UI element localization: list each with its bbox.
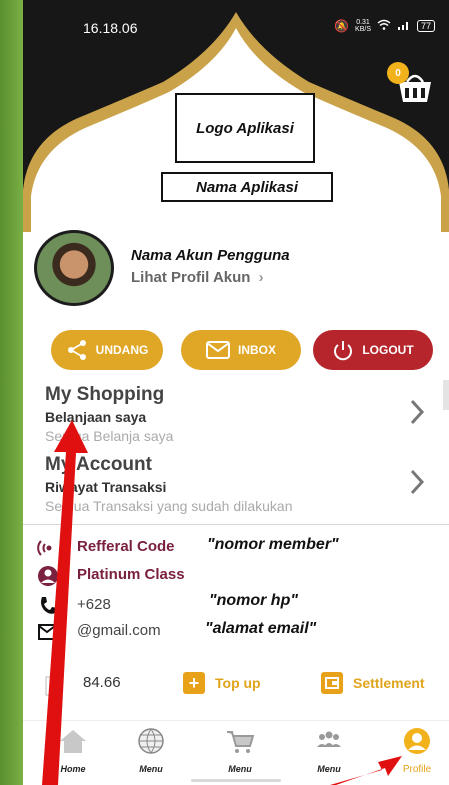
chevron-right-icon [410,469,425,495]
top-up-label: Top up [215,675,261,691]
battery-indicator: 77 [416,20,435,32]
status-time: 16.18.06 [83,20,138,36]
app-name-placeholder: Nama Aplikasi [161,172,333,202]
broadcast-icon [37,540,52,556]
referral-row: Refferal Code "nomor member" [37,536,437,560]
menu-description: Semua Transaksi yang sudah dilakukan [45,498,293,514]
invite-button[interactable]: UNDANG [51,330,163,370]
inbox-label: INBOX [237,343,276,357]
cart-badge: 0 [387,62,409,84]
globe-icon [138,728,164,754]
email-value: "alamat email" [205,620,317,637]
phone-icon [41,597,57,614]
nav-label: Menu [317,764,341,774]
menu-title: My Shopping [45,384,165,405]
account-name: Nama Akun Pengguna [131,247,290,264]
email-row: @gmail.com "alamat email" [37,620,437,644]
share-icon [67,340,86,360]
phone-value: "nomor hp" [209,592,298,609]
home-icon [60,730,86,753]
nav-label: Profile [402,764,432,775]
nav-item-menu-cart[interactable]: Menu [212,727,268,774]
class-row: Platinum Class [37,564,437,588]
signal-icon [397,19,411,33]
nav-label: Home [60,764,86,774]
plus-icon: + [183,672,205,694]
nav-item-menu-group[interactable]: Menu [301,727,357,774]
menu-subtitle: Riwayat Transaksi [45,479,167,495]
mute-icon: 🔕 [334,19,350,33]
app-logo-placeholder: Logo Aplikasi [175,93,315,163]
nav-label: Menu [139,764,163,774]
nav-item-home[interactable]: Home [45,727,101,774]
referral-label: Refferal Code [77,538,175,555]
divider [23,524,449,525]
menu-row-my-account[interactable]: My Account Riwayat Transaksi Semua Trans… [23,454,449,522]
phone-row: +628 "nomor hp" [37,592,437,618]
cart-button[interactable]: 0 [387,62,437,108]
settlement-label: Settlement [353,675,425,691]
menu-row-my-shopping[interactable]: My Shopping Belanjaan saya Semua Belanja… [23,384,449,452]
email-address: @gmail.com [77,622,161,639]
header: 16.18.06 🔕 0.31 KB/S 77 Logo Aplikasi Na… [23,0,449,232]
network-speed-value: 0.31 [356,19,370,26]
shopping-cart-icon [227,731,255,753]
inbox-button[interactable]: INBOX [181,330,301,370]
nav-item-menu-globe[interactable]: Menu [123,727,179,774]
view-profile-label: Lihat Profil Akun [131,269,251,286]
settlement-icon [321,672,343,694]
wifi-icon [377,19,391,33]
top-up-button[interactable]: + Top up [183,672,261,694]
chevron-right-icon [410,399,425,425]
class-label: Platinum Class [77,566,185,583]
mail-icon [205,341,230,359]
scrollbar-thumb[interactable] [443,380,449,410]
bottom-nav: Home Menu Menu Menu Profile [23,720,449,785]
balance-amount: 84.66 [83,674,121,691]
nav-label: Menu [228,764,252,774]
phone-screen: 16.18.06 🔕 0.31 KB/S 77 Logo Aplikasi Na… [23,0,449,785]
group-icon [317,731,341,747]
member-class-icon [38,566,58,586]
network-speed: 0.31 KB/S [355,19,371,33]
referral-value: "nomor member" [207,536,339,553]
phone-number: +628 [77,596,111,613]
view-profile-link[interactable]: Lihat Profil Akun › [131,269,264,286]
logout-label: LOGOUT [362,343,414,357]
network-speed-unit: KB/S [355,26,371,33]
settlement-button[interactable]: Settlement [321,672,425,694]
invite-label: UNDANG [95,343,149,357]
user-icon [404,728,430,754]
menu-title: My Account [45,454,152,475]
menu-subtitle: Belanjaan saya [45,409,147,425]
home-indicator [191,779,281,782]
avatar[interactable] [34,230,114,306]
email-icon [38,624,56,640]
menu-description: Semua Belanja saya [45,428,174,444]
power-icon [334,341,353,361]
nav-item-profile[interactable]: Profile [389,727,445,775]
wallet-icon [45,676,55,696]
wallet-row: 84.66 + Top up Settlement [23,672,449,700]
chevron-right-icon: › [258,269,264,286]
logout-button[interactable]: LOGOUT [313,330,433,370]
profile-section[interactable]: Nama Akun Pengguna Lihat Profil Akun › [23,230,449,320]
status-icons: 🔕 0.31 KB/S 77 [334,19,435,33]
